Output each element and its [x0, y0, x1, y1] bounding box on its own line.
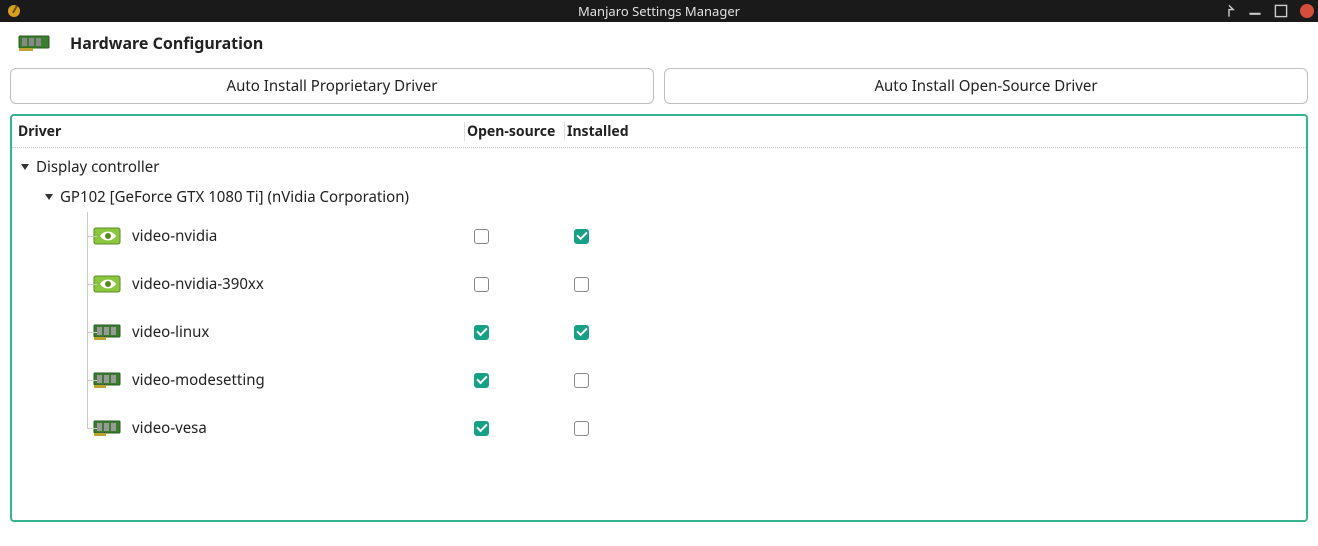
- opensource-cell: [460, 325, 560, 340]
- opensource-checkbox[interactable]: [474, 229, 489, 244]
- driver-cell: video-nvidia-390xx: [12, 260, 460, 308]
- column-header-opensource[interactable]: Open-source: [464, 122, 564, 141]
- expand-caret-icon[interactable]: [18, 160, 32, 174]
- driver-name: video-nvidia-390xx: [132, 274, 264, 294]
- driver-cell: video-linux: [12, 308, 460, 356]
- installed-checkbox[interactable]: [574, 277, 589, 292]
- driver-row[interactable]: video-nvidia-390xx: [12, 260, 1306, 308]
- installed-cell: [560, 325, 660, 340]
- driver-cell: video-nvidia: [12, 212, 460, 260]
- driver-tree[interactable]: Driver Open-source Installed Display con…: [10, 114, 1308, 522]
- page-header: Hardware Configuration: [0, 22, 1318, 64]
- button-label: Auto Install Open-Source Driver: [874, 76, 1097, 96]
- installed-cell: [560, 373, 660, 388]
- device-label: GP102 [GeForce GTX 1080 Ti] (nVidia Corp…: [60, 187, 409, 207]
- opensource-checkbox[interactable]: [474, 373, 489, 388]
- window-controls: [1222, 0, 1314, 22]
- app-icon: [6, 3, 22, 19]
- opensource-cell: [460, 277, 560, 292]
- tree-header: Driver Open-source Installed: [12, 116, 1306, 148]
- installed-checkbox[interactable]: [574, 373, 589, 388]
- driver-name: video-linux: [132, 322, 209, 342]
- tree-connector: [12, 404, 92, 452]
- button-label: Auto Install Proprietary Driver: [227, 76, 438, 96]
- window-titlebar: Manjaro Settings Manager: [0, 0, 1318, 22]
- tree-connector: [12, 308, 92, 356]
- action-button-row: Auto Install Proprietary Driver Auto Ins…: [0, 64, 1318, 114]
- auto-install-proprietary-button[interactable]: Auto Install Proprietary Driver: [10, 68, 654, 104]
- installed-cell: [560, 229, 660, 244]
- opensource-cell: [460, 229, 560, 244]
- category-label: Display controller: [36, 157, 159, 177]
- auto-install-opensource-button[interactable]: Auto Install Open-Source Driver: [664, 68, 1308, 104]
- window-pin-icon[interactable]: [1222, 4, 1236, 18]
- opensource-checkbox[interactable]: [474, 421, 489, 436]
- driver-row[interactable]: video-linux: [12, 308, 1306, 356]
- opensource-checkbox[interactable]: [474, 325, 489, 340]
- installed-checkbox[interactable]: [574, 229, 589, 244]
- driver-row[interactable]: video-nvidia: [12, 212, 1306, 260]
- installed-cell: [560, 421, 660, 436]
- opensource-cell: [460, 421, 560, 436]
- driver-cell: video-vesa: [12, 404, 460, 452]
- driver-name: video-nvidia: [132, 226, 217, 246]
- expand-caret-icon[interactable]: [42, 190, 56, 204]
- driver-row[interactable]: video-vesa: [12, 404, 1306, 452]
- driver-name: video-vesa: [132, 418, 207, 438]
- driver-row[interactable]: video-modesetting: [12, 356, 1306, 404]
- installed-cell: [560, 277, 660, 292]
- window-maximize-icon[interactable]: [1274, 4, 1288, 18]
- driver-cell: video-modesetting: [12, 356, 460, 404]
- driver-name: video-modesetting: [132, 370, 265, 390]
- tree-connector: [12, 260, 92, 308]
- window-title: Manjaro Settings Manager: [578, 2, 740, 20]
- opensource-checkbox[interactable]: [474, 277, 489, 292]
- installed-checkbox[interactable]: [574, 421, 589, 436]
- tree-category-row[interactable]: Display controller: [12, 152, 1306, 182]
- window-minimize-icon[interactable]: [1248, 4, 1262, 18]
- hardware-card-icon: [18, 33, 54, 53]
- installed-checkbox[interactable]: [574, 325, 589, 340]
- tree-body: Display controller GP102 [GeForce GTX 10…: [12, 148, 1306, 452]
- tree-device-row[interactable]: GP102 [GeForce GTX 1080 Ti] (nVidia Corp…: [12, 182, 1306, 212]
- window-close-icon[interactable]: [1300, 4, 1314, 18]
- page-title: Hardware Configuration: [70, 32, 263, 54]
- tree-connector: [12, 356, 92, 404]
- opensource-cell: [460, 373, 560, 388]
- column-header-driver[interactable]: Driver: [16, 122, 464, 141]
- tree-connector: [12, 212, 92, 260]
- column-header-installed[interactable]: Installed: [564, 122, 664, 141]
